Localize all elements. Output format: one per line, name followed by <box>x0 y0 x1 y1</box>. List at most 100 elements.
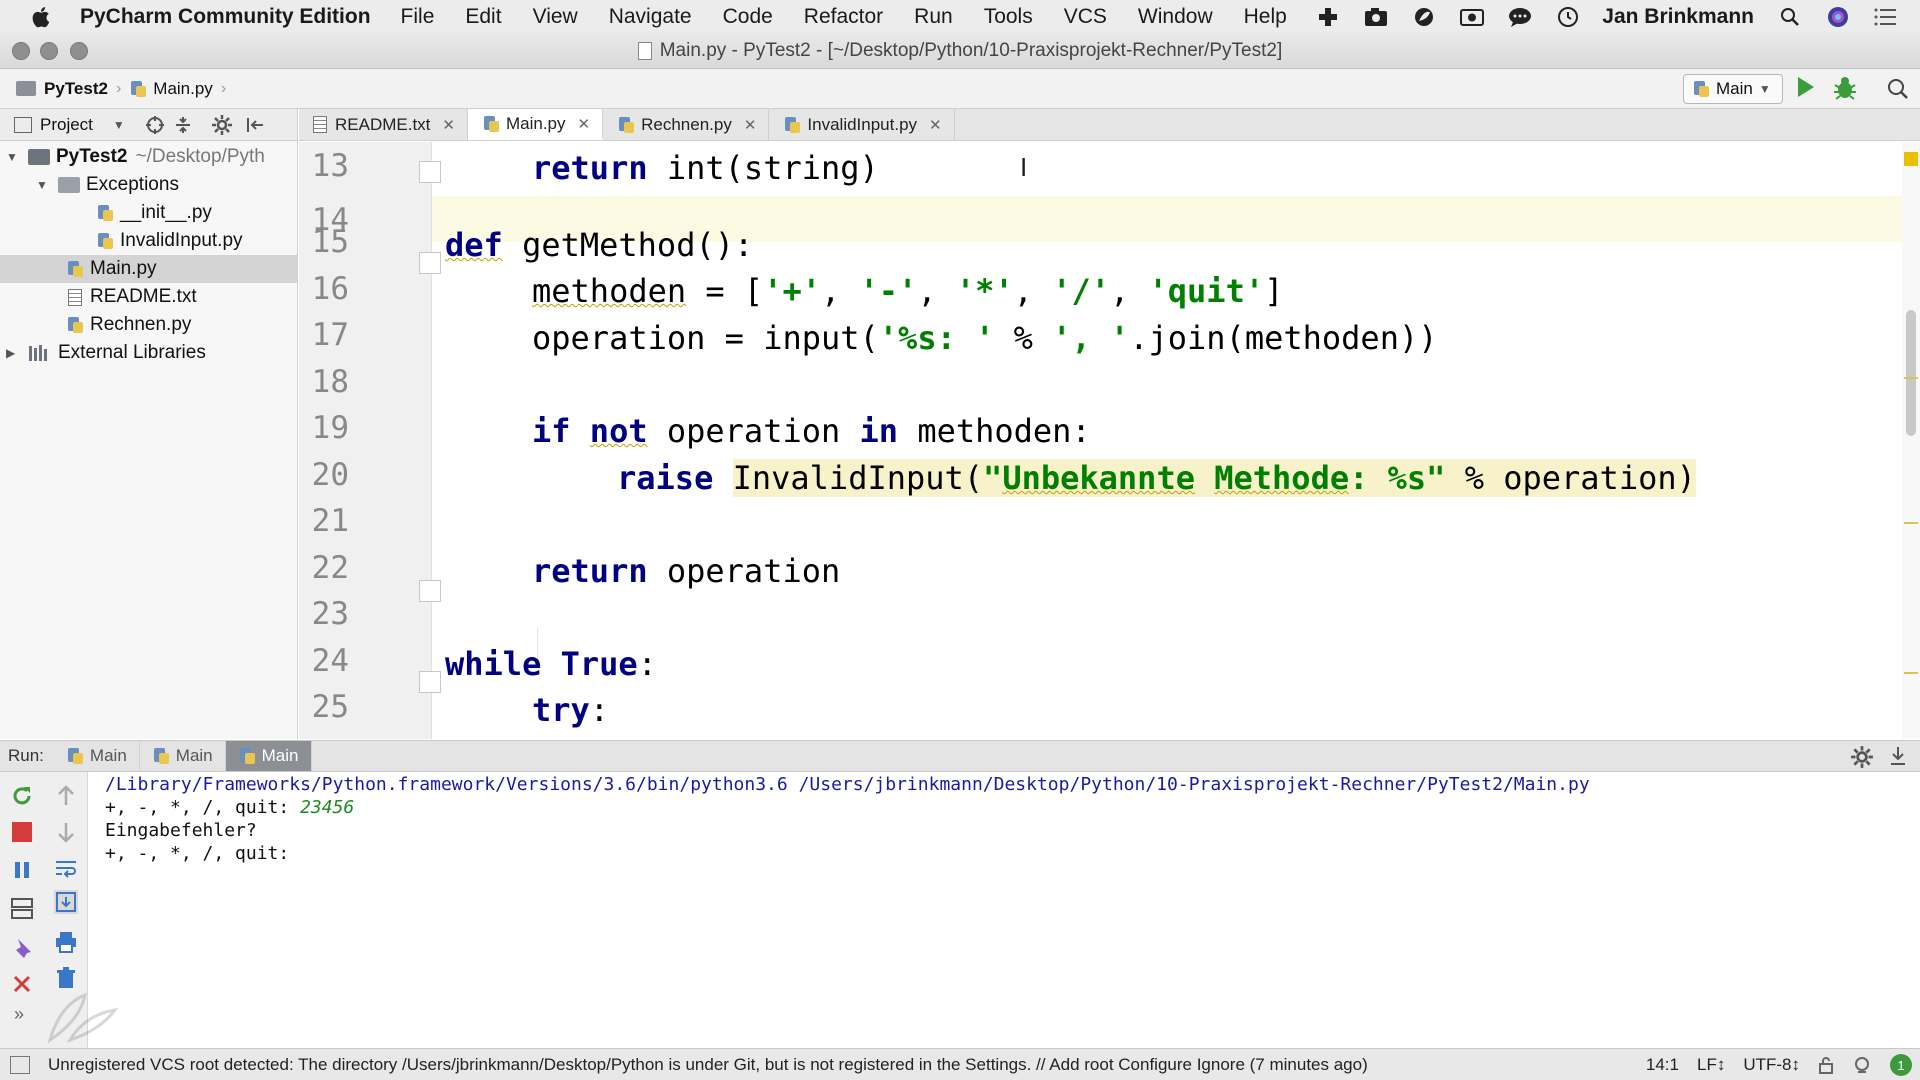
print-icon[interactable] <box>54 930 78 954</box>
notification-center-icon[interactable] <box>1872 5 1900 29</box>
stripe-marker[interactable] <box>1904 377 1918 379</box>
search-everywhere-icon[interactable] <box>1886 77 1910 101</box>
event-log-badge[interactable]: 1 <box>1890 1054 1912 1076</box>
inspector-icon[interactable] <box>1852 1055 1872 1075</box>
tree-item-exceptions[interactable]: ▼ Exceptions <box>0 171 297 199</box>
run-tab-label: Main <box>175 746 213 765</box>
close-icon[interactable]: ✕ <box>744 116 757 134</box>
video-icon[interactable] <box>1458 5 1486 29</box>
rerun-icon[interactable] <box>10 784 34 808</box>
menu-refactor[interactable]: Refactor <box>804 5 883 29</box>
tab-readme[interactable]: README.txt ✕ <box>299 109 468 140</box>
stripe-marker[interactable] <box>1904 672 1918 674</box>
stop-button[interactable] <box>12 822 32 842</box>
expand-arrow-icon[interactable]: ▼ <box>36 178 48 192</box>
run-tab-main-2[interactable]: Main <box>140 741 226 771</box>
code-line-13: return int(string) <box>532 149 879 187</box>
window-zoom-button[interactable] <box>70 42 88 60</box>
minimize-panel-icon[interactable] <box>1888 745 1908 767</box>
menu-tools[interactable]: Tools <box>984 5 1033 29</box>
hide-panel-icon[interactable] <box>245 115 265 135</box>
tab-invalidinput[interactable]: InvalidInput.py ✕ <box>769 109 955 140</box>
tree-item-init[interactable]: __init__.py <box>0 199 297 227</box>
run-tab-main-1[interactable]: Main <box>54 741 140 771</box>
apple-icon[interactable] <box>30 4 54 30</box>
breadcrumb-project[interactable]: PyTest2 <box>16 79 108 99</box>
stripe-marker[interactable] <box>1904 522 1918 524</box>
tree-item-invalidinput[interactable]: InvalidInput.py <box>0 227 297 255</box>
lock-icon[interactable] <box>1818 1056 1834 1074</box>
close-icon[interactable]: ✕ <box>929 116 942 134</box>
run-tab-main-3[interactable]: Main <box>225 741 312 771</box>
tree-item-rechnen[interactable]: Rechnen.py <box>0 311 297 339</box>
fold-marker-icon[interactable] <box>419 671 441 693</box>
time-machine-icon[interactable] <box>1554 5 1582 29</box>
close-icon[interactable] <box>10 972 34 996</box>
run-configuration-select[interactable]: Main ▼ <box>1683 74 1783 104</box>
expand-arrow-icon[interactable]: ▼ <box>6 150 18 164</box>
leaf-icon[interactable] <box>1410 5 1438 29</box>
close-icon[interactable]: ✕ <box>578 115 591 133</box>
locate-file-icon[interactable] <box>145 115 165 135</box>
menu-vcs[interactable]: VCS <box>1064 5 1107 29</box>
fold-marker-icon[interactable] <box>419 252 441 274</box>
run-button[interactable] <box>1798 77 1814 97</box>
project-view-label[interactable]: Project <box>40 115 93 135</box>
spotlight-search-icon[interactable] <box>1776 5 1804 29</box>
gear-icon[interactable] <box>211 114 233 136</box>
arrow-up-icon[interactable] <box>54 784 78 808</box>
pin-tab-icon[interactable] <box>10 936 34 960</box>
warning-indicator-icon[interactable] <box>1904 152 1918 166</box>
menu-file[interactable]: File <box>401 5 435 29</box>
pause-icon[interactable] <box>10 858 34 882</box>
tree-item-main[interactable]: Main.py <box>0 255 297 283</box>
menu-run[interactable]: Run <box>914 5 953 29</box>
plugin-icon[interactable] <box>1314 5 1342 29</box>
scroll-to-end-icon[interactable] <box>54 890 78 914</box>
folder-icon <box>16 81 36 96</box>
cursor-position[interactable]: 14:1 <box>1646 1055 1679 1075</box>
code-line-25: try: <box>532 691 609 729</box>
menu-navigate[interactable]: Navigate <box>609 5 692 29</box>
status-message[interactable]: Unregistered VCS root detected: The dire… <box>48 1055 1368 1075</box>
tree-item-readme[interactable]: README.txt <box>0 283 297 311</box>
menu-code[interactable]: Code <box>723 5 773 29</box>
siri-icon[interactable] <box>1824 5 1852 29</box>
editor-gutter[interactable]: 13 14 15 16 17 18 19 20 21 22 23 24 25 <box>299 142 441 739</box>
close-icon[interactable]: ✕ <box>442 116 455 134</box>
soft-wrap-icon[interactable] <box>54 856 78 880</box>
tool-window-toggle-icon[interactable] <box>10 1055 30 1074</box>
debug-icon[interactable] <box>1832 75 1858 101</box>
breadcrumb-file[interactable]: Main.py <box>129 79 213 99</box>
encoding-select[interactable]: UTF-8↕ <box>1743 1055 1800 1075</box>
code-editor[interactable]: 13 14 15 16 17 18 19 20 21 22 23 24 25 r… <box>299 142 1920 739</box>
tree-item-project-root[interactable]: ▼ PyTest2 ~/Desktop/Pyth <box>0 143 297 171</box>
gear-icon[interactable] <box>1850 745 1874 769</box>
menu-view[interactable]: View <box>533 5 578 29</box>
user-name[interactable]: Jan Brinkmann <box>1602 5 1754 29</box>
expand-arrow-icon[interactable]: ▶ <box>6 346 18 360</box>
arrow-down-icon[interactable] <box>54 820 78 844</box>
chevron-down-icon[interactable]: ▼ <box>113 118 125 132</box>
more-actions-icon[interactable]: » <box>14 1004 38 1028</box>
run-console-output[interactable]: /Library/Frameworks/Python.framework/Ver… <box>88 772 1920 1048</box>
app-name-menu[interactable]: PyCharm Community Edition <box>80 5 371 29</box>
window-minimize-button[interactable] <box>40 42 58 60</box>
code-token: operation <box>647 552 841 590</box>
window-close-button[interactable] <box>12 42 30 60</box>
tree-item-external-libraries[interactable]: ▶ External Libraries <box>0 339 297 367</box>
camera-icon[interactable] <box>1362 5 1390 29</box>
fold-marker-icon[interactable] <box>419 580 441 602</box>
error-stripe[interactable] <box>1902 142 1920 739</box>
collapse-all-icon[interactable] <box>173 115 193 135</box>
chat-icon[interactable] <box>1506 5 1534 29</box>
menu-window[interactable]: Window <box>1138 5 1213 29</box>
restore-layout-icon[interactable] <box>10 896 34 920</box>
fold-marker-icon[interactable] <box>419 161 441 183</box>
tab-main[interactable]: Main.py ✕ <box>467 109 604 140</box>
vertical-scrollbar[interactable] <box>1906 310 1916 436</box>
menu-edit[interactable]: Edit <box>465 5 501 29</box>
tab-rechnen[interactable]: Rechnen.py ✕ <box>603 109 770 140</box>
line-separator-select[interactable]: LF↕ <box>1697 1055 1725 1075</box>
menu-help[interactable]: Help <box>1244 5 1287 29</box>
